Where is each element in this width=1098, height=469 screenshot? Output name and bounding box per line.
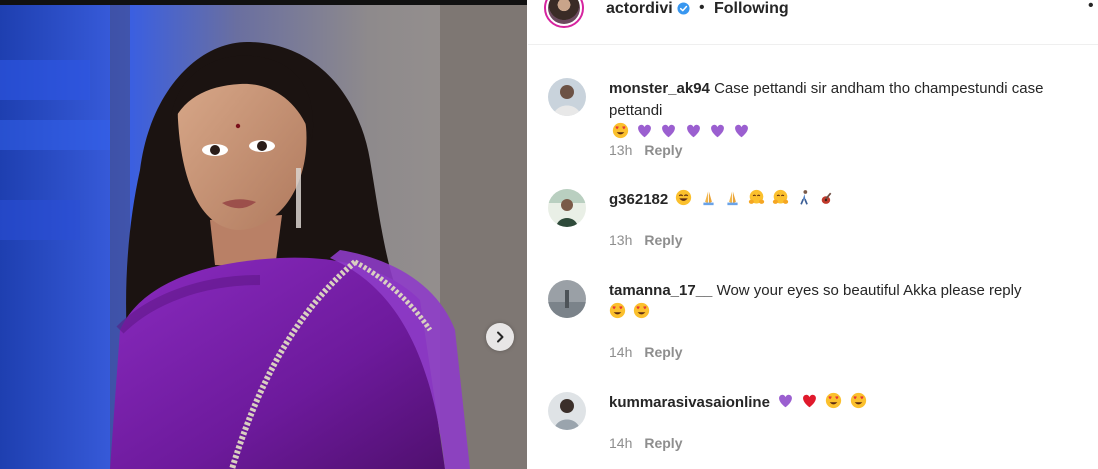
avatar-image [548,280,586,318]
comment-body: kummarasivasaionline [609,392,1079,414]
purple-heart-emoji-icon [662,124,676,138]
verified-badge-icon [677,2,690,15]
comment-username[interactable]: kummarasivasaionline [609,394,770,411]
comment-body: tamanna_17__ Wow your eyes so beautiful … [609,280,1079,324]
comment-time: 14h [609,435,633,451]
heart-eyes-emoji-icon [612,122,629,139]
comment-emojis [609,122,750,141]
hugging-emoji-icon [772,189,789,204]
heart-eyes-emoji-icon [634,302,650,319]
next-photo-button[interactable] [486,323,514,351]
folded-hands-emoji-icon [702,191,714,206]
post-header: actordivi • Following • [528,0,1098,45]
avatar-image [548,78,586,116]
comment-username[interactable]: g362182 [609,191,668,208]
purple-heart-emoji-icon [686,124,700,138]
heart-eyes-emoji-icon [850,392,866,409]
reply-button[interactable]: Reply [644,142,682,158]
comment-text: Wow your eyes so beautiful Akka please r… [716,282,1022,299]
comment-avatar[interactable] [548,280,586,318]
purple-heart-emoji-icon [779,394,793,408]
avatar-image [548,392,586,430]
post-photo [0,0,527,469]
comment-emojis [774,392,867,411]
comment-emojis [609,302,650,321]
comment-time: 13h [609,142,633,158]
more-options-button[interactable]: • [1088,0,1094,15]
purple-heart-emoji-icon [638,124,652,138]
media-top-border [0,0,527,5]
heart-eyes-emoji-icon [826,392,842,409]
author-username[interactable]: actordivi [606,0,673,18]
header-separator: • [699,0,705,16]
comment-avatar[interactable] [548,78,586,116]
comment-time: 14h [609,344,633,360]
post-media [0,0,527,469]
author-avatar[interactable] [544,0,584,28]
person-walking-emoji-icon [800,190,809,205]
reply-button[interactable]: Reply [644,435,682,451]
comment-body: g362182 [609,189,1079,211]
folded-hands-emoji-icon [727,191,738,206]
comment-meta: 13h Reply [609,142,682,158]
heart-eyes-emoji-icon [609,302,626,319]
comment-body: monster_ak94 Case pettandi sir andham th… [609,78,1079,144]
comment-meta: 14h Reply [609,435,682,451]
comment-avatar[interactable] [548,189,586,227]
hugging-emoji-icon [748,189,765,204]
following-button[interactable]: Following [714,0,789,18]
avatar-image [548,189,586,227]
comment-emojis [672,189,837,208]
comment-meta: 14h Reply [609,344,682,360]
purple-heart-emoji-icon [710,124,724,138]
comment-time: 13h [609,232,633,248]
chevron-right-icon [497,331,504,343]
reply-button[interactable]: Reply [644,344,682,360]
purple-heart-emoji-icon [734,124,748,138]
comment-avatar[interactable] [548,392,586,430]
grinning-emoji-icon [676,189,692,206]
comment-username[interactable]: monster_ak94 [609,80,710,97]
guitar-emoji-icon [822,192,832,204]
comment-meta: 13h Reply [609,232,682,248]
comment-username[interactable]: tamanna_17__ [609,282,712,299]
red-heart-emoji-icon [803,394,817,408]
reply-button[interactable]: Reply [644,232,682,248]
